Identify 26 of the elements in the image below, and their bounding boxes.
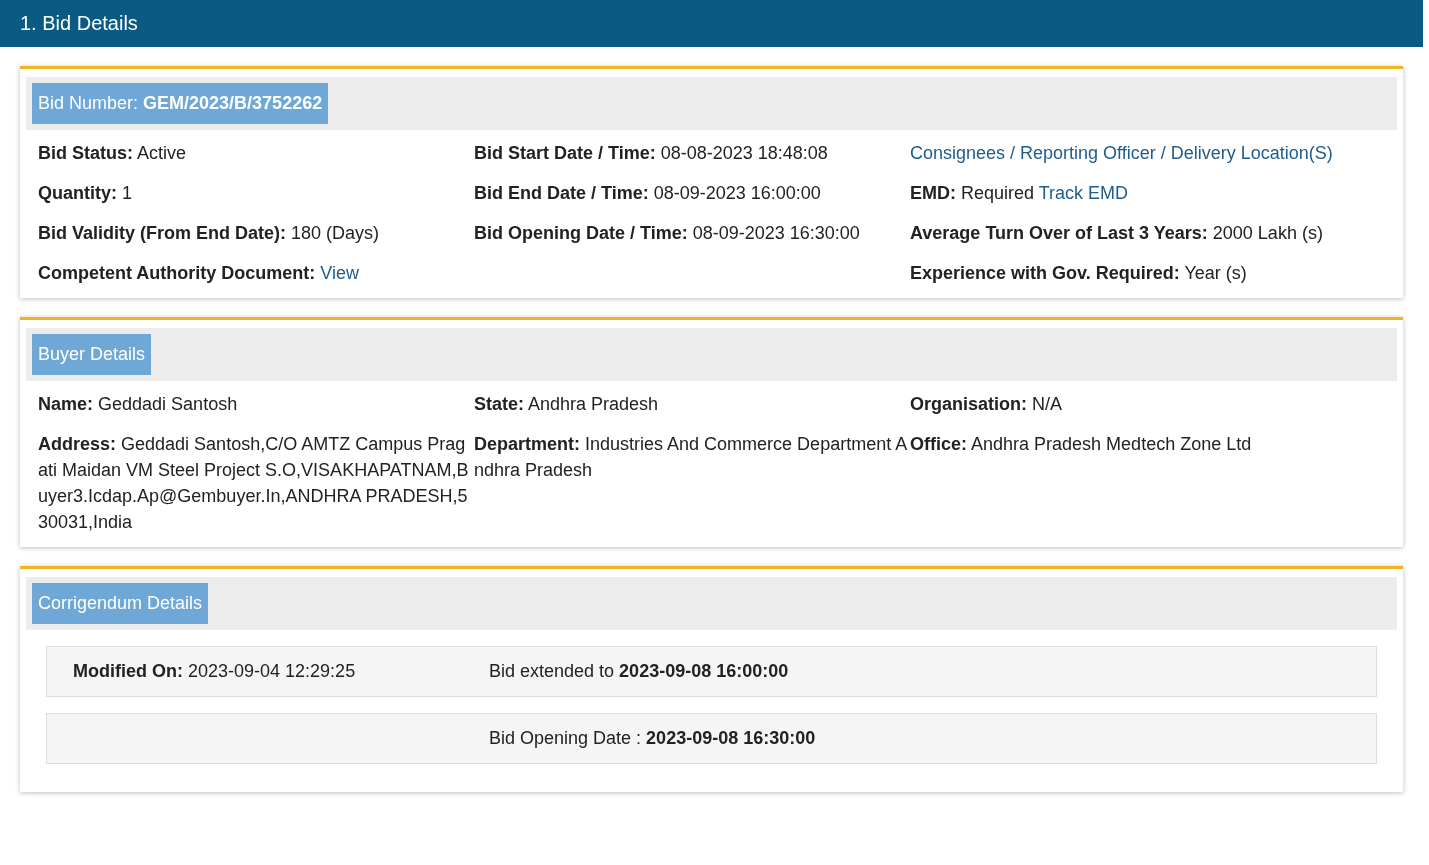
field-text: Organisation: N/A bbox=[910, 393, 1064, 416]
field-text: Bid Opening Date / Time: 08-09-2023 16:30:00 bbox=[474, 222, 861, 245]
field-text: Bid Start Date / Time: 08-08-2023 18:48:08 bbox=[474, 142, 829, 165]
field-text: EMD: Required Track EMD bbox=[910, 182, 1130, 205]
field-text: Address: Geddadi Santosh,C/O AMTZ Campus Pragati Maidan VM Steel Project S.O,VISAKHAPATNAM,Buyer3.Icdap.Ap@Gembuyer.In,ANDHRA PRADESH,530031,India bbox=[38, 433, 470, 534]
corrigendum-note: Bid extended to 2023-09-08 16:00:00 bbox=[489, 661, 789, 681]
page-header: 1. Bid Details bbox=[0, 0, 1423, 47]
corrigendum-note: Bid Opening Date : 2023-09-08 16:30:00 bbox=[489, 728, 816, 748]
field-text: Office: Andhra Pradesh Medtech Zone Ltd bbox=[910, 433, 1253, 456]
modified-on-text: Modified On: 2023-09-04 12:29:25 bbox=[73, 661, 356, 681]
field-text: Bid Status: Active bbox=[38, 142, 188, 165]
field-text: State: Andhra Pradesh bbox=[474, 393, 660, 416]
field-link[interactable]: View bbox=[320, 263, 360, 283]
section-title: Buyer Details bbox=[32, 334, 152, 375]
field-text: Experience with Gov. Required: Year (s) bbox=[910, 262, 1248, 285]
section-title: Corrigendum Details bbox=[32, 583, 209, 624]
field-text: Average Turn Over of Last 3 Years: 2000 Lakh (s) bbox=[910, 222, 1324, 245]
field-text: Quantity: 1 bbox=[38, 182, 134, 205]
field-text: Competent Authority Document: View bbox=[38, 262, 361, 285]
field-text: Bid End Date / Time: 08-09-2023 16:00:00 bbox=[474, 182, 822, 205]
field-text: Bid Validity (From End Date): 180 (Days) bbox=[38, 222, 381, 245]
section-title: Bid Number: GEM/2023/B/3752262 bbox=[32, 83, 329, 124]
consignees-link[interactable]: Consignees / Reporting Officer / Delivery Location(S) bbox=[910, 143, 1333, 163]
field-text: Name: Geddadi Santosh bbox=[38, 393, 239, 416]
field-link[interactable]: Track EMD bbox=[1038, 183, 1129, 203]
field-text: Department: Industries And Commerce Department Andhra Pradesh bbox=[474, 433, 909, 482]
